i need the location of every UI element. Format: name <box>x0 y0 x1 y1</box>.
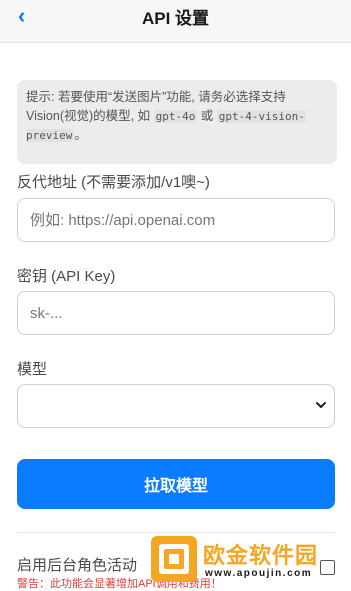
fetch-models-button[interactable]: 拉取模型 <box>17 459 335 509</box>
api-key-input[interactable] <box>17 291 335 335</box>
proxy-url-label: 反代地址 (不需要添加/v1噢~) <box>17 174 210 191</box>
model-label: 模型 <box>17 361 48 378</box>
watermark-title: 欧金软件园 <box>203 543 319 568</box>
section-divider <box>17 532 335 533</box>
chevron-down-icon <box>316 402 326 408</box>
tip-or-text: 或 <box>197 109 217 123</box>
watermark-url: www.apoujin.com <box>205 568 313 579</box>
background-role-label: 启用后台角色活动 <box>17 557 138 574</box>
site-watermark: 欧金软件园 www.apoujin.com <box>150 535 345 583</box>
watermark-logo-icon <box>151 536 197 582</box>
tip-model-gpt4o: gpt-4o <box>153 110 198 123</box>
api-key-label: 密钥 (API Key) <box>17 268 116 285</box>
model-select[interactable] <box>17 384 335 428</box>
tip-suffix: 。 <box>74 128 87 142</box>
vision-tip-box: 提示: 若要使用“发送图片”功能, 请务必选择支持Vision(视觉)的模型, … <box>17 80 337 164</box>
page-title: API 设置 <box>141 9 210 28</box>
header-bar: ‹ API 设置 <box>0 0 351 43</box>
proxy-url-input[interactable] <box>17 198 335 242</box>
